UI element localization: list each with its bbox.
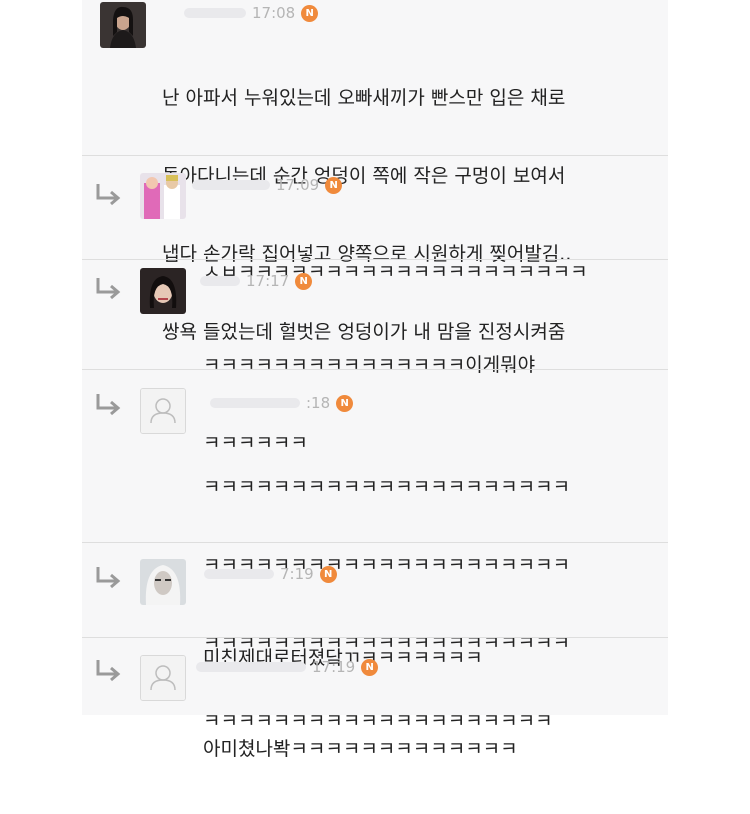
comment-time: 17:19 <box>312 658 356 676</box>
reply-arrow-icon <box>96 394 121 416</box>
new-badge: N <box>325 176 343 194</box>
reply-arrow-icon <box>96 660 121 682</box>
comment-item: 17:17 N ㅋㅋㅋㅋㅋㅋㅋㅋㅋㅋㅋㅋㅋㅋㅋ이게뭐야 ㅋㅋㅋㅋㅋㅋ <box>82 260 668 454</box>
username-blurred[interactable] <box>210 398 300 408</box>
reply-arrow-icon <box>96 184 121 206</box>
comment-item: 7:19 N 미친제대로터졌닼ㄲㅋㅋㅋㅋㅋㅋㅋ <box>82 543 668 669</box>
comment-line: ㅋㅋㅋㅋㅋㅋㅋㅋㅋㅋㅋㅋㅋㅋㅋㅋㅋㅋㅋㅋㅋ <box>203 476 571 498</box>
comment-item: :18 N ㅋㅋㅋㅋㅋㅋㅋㅋㅋㅋㅋㅋㅋㅋㅋㅋㅋㅋㅋㅋㅋ ㅋㅋㅋㅋㅋㅋㅋㅋㅋㅋㅋㅋ… <box>82 370 668 732</box>
username-blurred[interactable] <box>200 276 240 286</box>
new-badge: N <box>319 565 337 583</box>
comment-meta: 17:09 N <box>192 176 343 194</box>
comment-text: 아미쳤나봑ㅋㅋㅋㅋㅋㅋㅋㅋㅋㅋㅋㅋㅋ <box>203 684 518 814</box>
comment-time: 17:17 <box>246 272 290 290</box>
new-badge: N <box>301 4 319 22</box>
comment-time: 17:09 <box>276 176 320 194</box>
comment-time: 17:08 <box>252 4 296 22</box>
new-badge: N <box>295 272 313 290</box>
new-badge: N <box>361 658 379 676</box>
comment-item: 17:08 N 난 아파서 누워있는데 오빠새끼가 빤스만 입은 채로 돌아다니… <box>82 0 668 343</box>
user-photo-avatar[interactable] <box>100 2 146 48</box>
comment-item: 17:19 N 아미쳤나봑ㅋㅋㅋㅋㅋㅋㅋㅋㅋㅋㅋㅋㅋ <box>82 638 668 760</box>
comment-feed: 17:08 N 난 아파서 누워있는데 오빠새끼가 빤스만 입은 채로 돌아다니… <box>82 0 668 760</box>
username-blurred[interactable] <box>184 8 246 18</box>
comment-time: :18 <box>306 394 331 412</box>
username-blurred[interactable] <box>204 569 274 579</box>
username-blurred[interactable] <box>196 662 306 672</box>
reply-arrow-icon <box>96 567 121 589</box>
comment-meta: 7:19 N <box>204 565 337 583</box>
user-photo-avatar[interactable] <box>140 559 186 605</box>
reply-arrow-icon <box>96 278 121 300</box>
comment-line: 난 아파서 누워있는데 오빠새끼가 빤스만 입은 채로 <box>162 87 566 109</box>
comment-meta: 17:08 N <box>184 4 319 22</box>
default-user-icon[interactable] <box>140 388 186 434</box>
comment-meta: :18 N <box>210 394 354 412</box>
username-blurred[interactable] <box>192 180 270 190</box>
user-photo-avatar[interactable] <box>140 173 186 219</box>
comment-item: 17:09 N ㅅㅂㅋㅋㅋㅋㅋㅋㅋㅋㅋㅋㅋㅋㅋㅋㅋㅋㅋㅋㅋㅋ <box>82 156 668 283</box>
default-user-icon[interactable] <box>140 655 186 701</box>
comment-line: 아미쳤나봑ㅋㅋㅋㅋㅋㅋㅋㅋㅋㅋㅋㅋㅋ <box>203 738 518 760</box>
comment-meta: 17:19 N <box>196 658 379 676</box>
comment-meta: 17:17 N <box>200 272 313 290</box>
new-badge: N <box>336 394 354 412</box>
comment-time: 7:19 <box>280 565 314 583</box>
user-photo-avatar[interactable] <box>140 268 186 314</box>
